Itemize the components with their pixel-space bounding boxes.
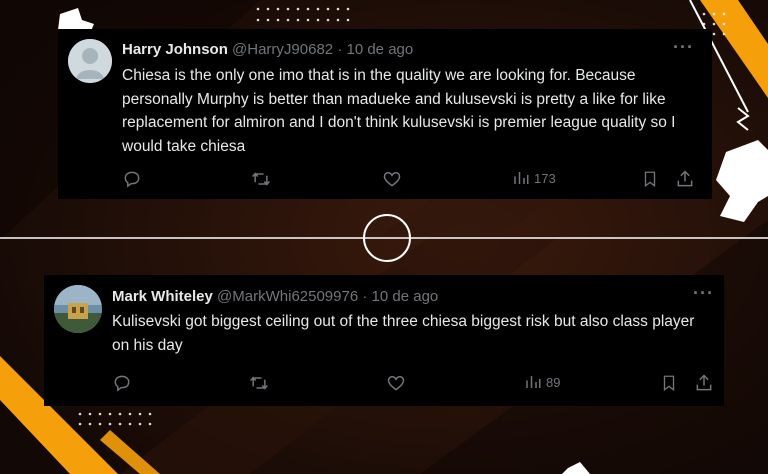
retweet-button[interactable] bbox=[248, 373, 270, 393]
tweet-text: Kulisevski got biggest ceiling out of th… bbox=[112, 313, 695, 354]
like-button[interactable] bbox=[382, 169, 402, 189]
timestamp[interactable]: 10 de ago bbox=[346, 41, 413, 58]
retweet-button[interactable] bbox=[250, 169, 272, 189]
views-icon bbox=[514, 172, 529, 184]
tweet-header: Harry Johnson @HarryJ90682 · 10 de ago bbox=[122, 41, 413, 59]
tweet-card[interactable]: Harry Johnson @HarryJ90682 · 10 de ago ·… bbox=[58, 29, 712, 199]
avatar[interactable] bbox=[54, 285, 102, 333]
views-button[interactable]: 173 bbox=[512, 169, 556, 187]
separator: · bbox=[337, 41, 343, 58]
author-handle[interactable]: @MarkWhi62509976 bbox=[217, 288, 358, 305]
reply-icon bbox=[124, 171, 140, 188]
reply-button[interactable] bbox=[122, 169, 142, 189]
views-icon bbox=[526, 376, 541, 388]
avatar[interactable] bbox=[68, 39, 112, 83]
bookmark-icon bbox=[644, 171, 656, 188]
author-name[interactable]: Mark Whiteley bbox=[112, 288, 213, 305]
share-button[interactable] bbox=[694, 373, 714, 393]
views-count: 173 bbox=[534, 170, 556, 186]
retweet-icon bbox=[252, 172, 270, 186]
bookmark-button[interactable] bbox=[660, 373, 678, 393]
timestamp[interactable]: 10 de ago bbox=[372, 288, 439, 305]
reply-button[interactable] bbox=[112, 373, 132, 393]
heart-icon bbox=[387, 375, 405, 391]
tweet-text: Chiesa is the only one imo that is in th… bbox=[122, 67, 676, 155]
more-options-button[interactable]: ··· bbox=[693, 283, 714, 304]
like-button[interactable] bbox=[386, 373, 406, 393]
tweet-card[interactable]: Mark Whiteley @MarkWhi62509976 · 10 de a… bbox=[44, 275, 724, 406]
author-name[interactable]: Harry Johnson bbox=[122, 41, 228, 58]
bookmark-icon bbox=[663, 375, 675, 392]
reply-icon bbox=[114, 375, 130, 392]
bookmark-button[interactable] bbox=[641, 169, 659, 189]
share-icon bbox=[696, 374, 712, 391]
author-handle[interactable]: @HarryJ90682 bbox=[232, 41, 333, 58]
views-count: 89 bbox=[546, 374, 561, 390]
more-options-button[interactable]: ··· bbox=[673, 37, 694, 58]
profile-photo bbox=[54, 285, 102, 333]
tweet-header: Mark Whiteley @MarkWhi62509976 · 10 de a… bbox=[112, 288, 438, 306]
default-avatar-icon bbox=[68, 39, 112, 83]
views-button[interactable]: 89 bbox=[524, 373, 560, 391]
heart-icon bbox=[383, 171, 401, 187]
share-button[interactable] bbox=[675, 169, 695, 189]
retweet-icon bbox=[250, 376, 268, 390]
share-icon bbox=[677, 170, 693, 187]
separator: · bbox=[362, 288, 368, 305]
